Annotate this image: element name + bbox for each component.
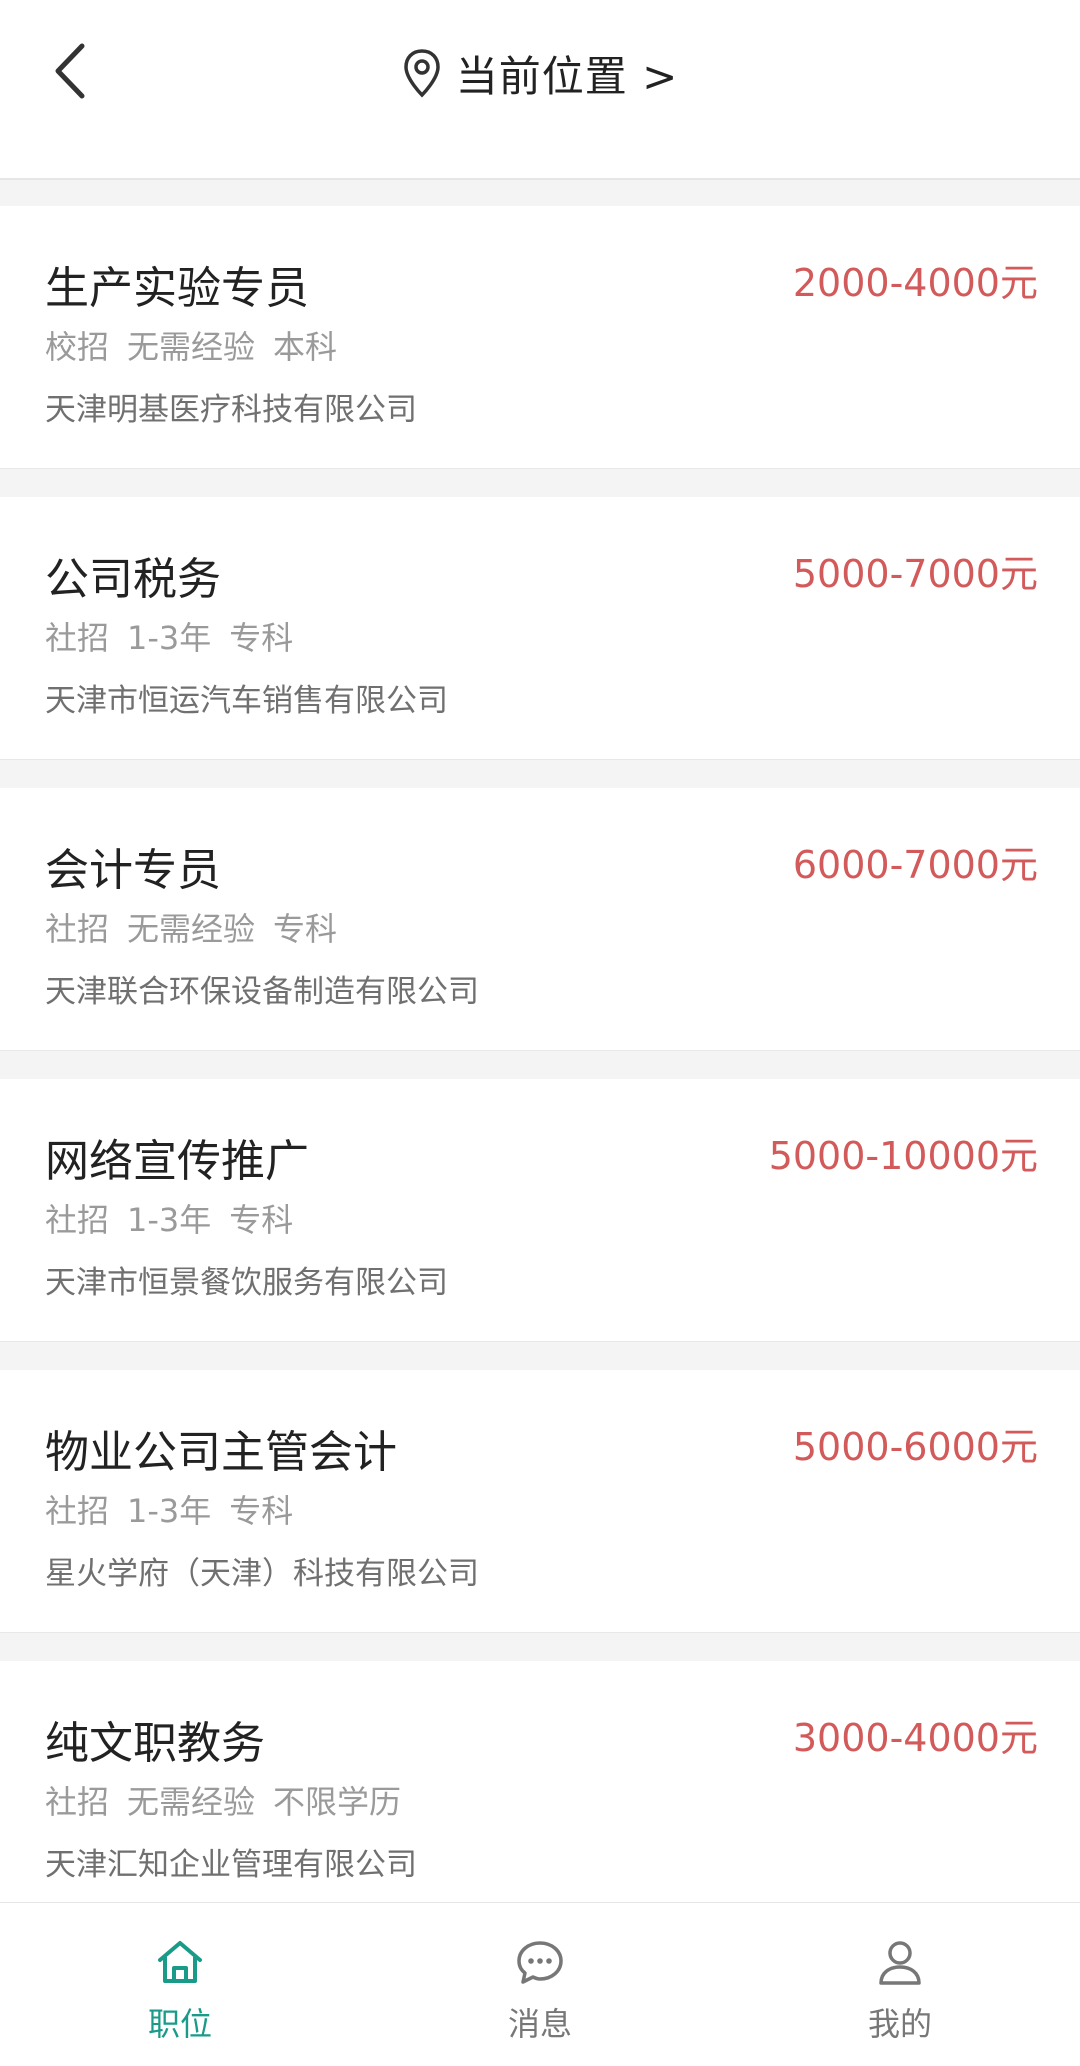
job-list: 生产实验专员 2000-4000元 校招 无需经验 本科 天津明基医疗科技有限公司 … bbox=[0, 206, 1080, 1952]
tab-label: 消息 bbox=[507, 2005, 572, 2043]
job-tag: 专科 bbox=[273, 910, 338, 948]
job-title: 纯文职教务 bbox=[45, 1718, 265, 1769]
job-tag: 社招 bbox=[45, 910, 110, 948]
job-title: 网络宣传推广 bbox=[45, 1136, 309, 1187]
job-tags: 社招 1-3年 专科 bbox=[45, 1195, 311, 1241]
job-tag: 专科 bbox=[229, 619, 294, 657]
tab-label: 我的 bbox=[867, 2005, 932, 2043]
job-tag: 无需经验 bbox=[127, 910, 256, 948]
job-salary: 3000-4000元 bbox=[792, 1716, 1038, 1760]
job-tag: 无需经验 bbox=[127, 328, 256, 366]
tab-profile[interactable]: 我的 bbox=[720, 1903, 1080, 2066]
job-company: 天津联合环保设备制造有限公司 bbox=[45, 974, 479, 1010]
job-salary: 5000-7000元 bbox=[792, 552, 1038, 596]
job-tag: 社招 bbox=[45, 619, 110, 657]
job-tags: 社招 无需经验 不限学历 bbox=[45, 1777, 419, 1823]
job-company: 天津明基医疗科技有限公司 bbox=[45, 392, 417, 428]
location-pin-icon bbox=[403, 49, 440, 98]
home-icon bbox=[158, 1941, 202, 1983]
job-tag: 1-3年 bbox=[127, 1492, 212, 1530]
chat-bubble-icon bbox=[517, 1941, 563, 1984]
bottom-tab-bar: 职位 消息 我的 bbox=[0, 1902, 1080, 2066]
tab-jobs[interactable]: 职位 bbox=[0, 1903, 360, 2066]
job-tag: 专科 bbox=[229, 1201, 294, 1239]
job-card[interactable]: 生产实验专员 2000-4000元 校招 无需经验 本科 天津明基医疗科技有限公司 bbox=[0, 206, 1080, 469]
job-tag: 1-3年 bbox=[127, 619, 212, 657]
job-salary: 6000-7000元 bbox=[792, 843, 1038, 887]
job-title: 生产实验专员 bbox=[45, 263, 309, 314]
job-tag: 1-3年 bbox=[127, 1201, 212, 1239]
top-bar: 当前位置 > bbox=[0, 0, 1080, 180]
job-company: 星火学府（天津）科技有限公司 bbox=[45, 1556, 479, 1592]
job-tags: 社招 1-3年 专科 bbox=[45, 613, 311, 659]
job-salary: 5000-10000元 bbox=[768, 1134, 1038, 1178]
job-tag: 社招 bbox=[45, 1783, 110, 1821]
job-tag: 专科 bbox=[229, 1492, 294, 1530]
job-title: 公司税务 bbox=[45, 554, 221, 605]
job-tag: 社招 bbox=[45, 1201, 110, 1239]
job-tag: 本科 bbox=[273, 328, 338, 366]
job-company: 天津市恒景餐饮服务有限公司 bbox=[45, 1265, 448, 1301]
job-tags: 社招 1-3年 专科 bbox=[45, 1486, 311, 1532]
user-icon bbox=[879, 1941, 921, 1985]
location-label: 当前位置 > bbox=[455, 51, 679, 101]
job-tag: 校招 bbox=[45, 328, 110, 366]
job-tag: 无需经验 bbox=[127, 1783, 256, 1821]
job-title: 物业公司主管会计 bbox=[45, 1427, 397, 1478]
job-company: 天津汇知企业管理有限公司 bbox=[45, 1847, 417, 1883]
job-tags: 校招 无需经验 本科 bbox=[45, 322, 355, 368]
tab-label: 职位 bbox=[147, 2005, 212, 2043]
job-company: 天津市恒运汽车销售有限公司 bbox=[45, 683, 448, 719]
job-tags: 社招 无需经验 专科 bbox=[45, 904, 355, 950]
job-card[interactable]: 物业公司主管会计 5000-6000元 社招 1-3年 专科 星火学府（天津）科技有… bbox=[0, 1370, 1080, 1633]
job-card[interactable]: 网络宣传推广 5000-10000元 社招 1-3年 专科 天津市恒景餐饮服务有限公… bbox=[0, 1079, 1080, 1342]
job-salary: 2000-4000元 bbox=[792, 261, 1038, 305]
job-salary: 5000-6000元 bbox=[792, 1425, 1038, 1469]
job-card[interactable]: 公司税务 5000-7000元 社招 1-3年 专科 天津市恒运汽车销售有限公司 bbox=[0, 497, 1080, 760]
job-title: 会计专员 bbox=[45, 845, 221, 896]
job-tag: 不限学历 bbox=[273, 1783, 402, 1821]
job-tag: 社招 bbox=[45, 1492, 110, 1530]
job-card[interactable]: 会计专员 6000-7000元 社招 无需经验 专科 天津联合环保设备制造有限公司 bbox=[0, 788, 1080, 1051]
location-selector[interactable]: 当前位置 > bbox=[0, 40, 1080, 106]
job-card[interactable]: 纯文职教务 3000-4000元 社招 无需经验 不限学历 天津汇知企业管理有限公司 bbox=[0, 1661, 1080, 1924]
tab-messages[interactable]: 消息 bbox=[360, 1903, 720, 2066]
